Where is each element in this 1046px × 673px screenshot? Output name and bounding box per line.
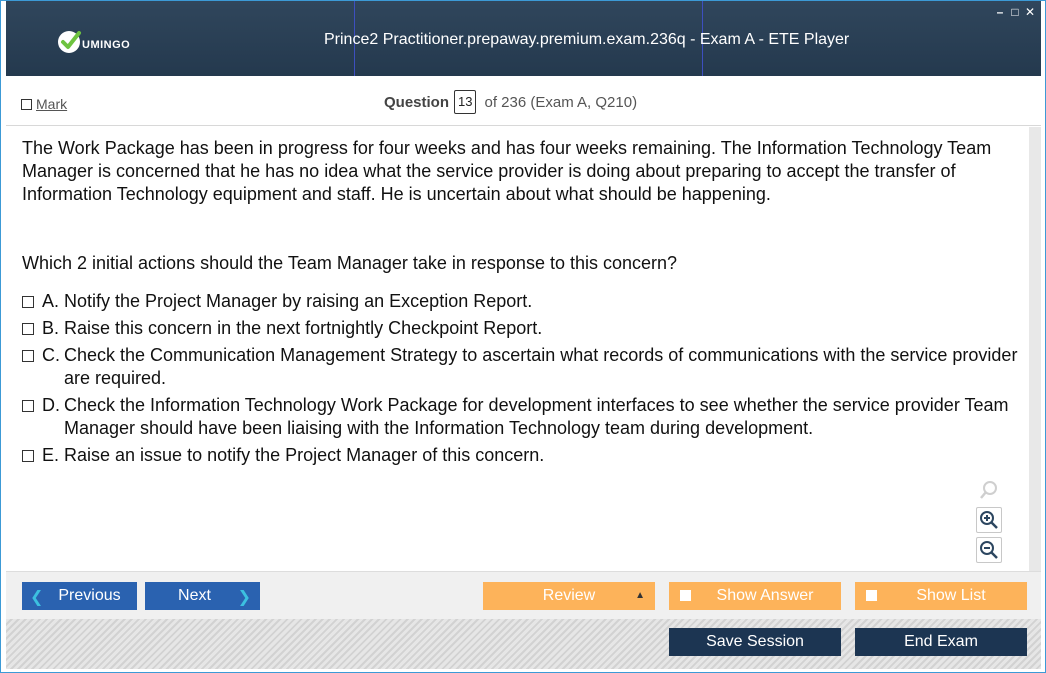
triangle-up-icon: ▲ [635, 590, 645, 601]
chevron-right-icon: ❯ [237, 589, 251, 606]
mark-label[interactable]: Mark [36, 96, 67, 112]
option-e-checkbox[interactable] [22, 450, 34, 462]
option-b[interactable]: B. Raise this concern in the next fortni… [22, 317, 1022, 340]
question-header: Mark Question 13 of 236 (Exam A, Q210) [6, 76, 1041, 126]
zoom-out-icon[interactable] [976, 537, 1002, 563]
answer-options: A. Notify the Project Manager by raising… [22, 290, 1022, 471]
review-button[interactable]: Review ▲ [483, 582, 655, 610]
content-scrollbar[interactable] [1029, 127, 1041, 571]
search-icon [976, 477, 1002, 503]
option-a-checkbox[interactable] [22, 296, 34, 308]
question-number-input[interactable]: 13 [454, 90, 477, 114]
end-exam-button[interactable]: End Exam [855, 628, 1027, 656]
show-list-checkbox[interactable] [866, 590, 877, 601]
app-window: UMINGO Prince2 Practitioner.prepaway.pre… [0, 0, 1046, 673]
window-controls: – □ ✕ [995, 6, 1035, 18]
show-answer-checkbox[interactable] [680, 590, 691, 601]
minimize-button[interactable]: – [995, 6, 1005, 18]
save-session-button[interactable]: Save Session [669, 628, 841, 656]
option-b-checkbox[interactable] [22, 323, 34, 335]
option-letter: D. [42, 395, 60, 415]
option-c[interactable]: C. Check the Communication Management St… [22, 344, 1022, 390]
option-d[interactable]: D. Check the Information Technology Work… [22, 394, 1022, 440]
question-word: Question [384, 93, 450, 111]
option-e[interactable]: E. Raise an issue to notify the Project … [22, 444, 1022, 467]
option-text: Check the Communication Management Strat… [64, 345, 1018, 388]
show-answer-button[interactable]: Show Answer [669, 582, 841, 610]
next-label: Next [178, 587, 211, 604]
question-indicator: Question 13 of 236 (Exam A, Q210) [384, 90, 637, 114]
option-text: Notify the Project Manager by raising an… [64, 291, 533, 311]
option-text: Raise an issue to notify the Project Man… [64, 445, 545, 465]
mark-checkbox[interactable]: Mark [21, 96, 67, 112]
maximize-button[interactable]: □ [1010, 6, 1020, 18]
zoom-in-icon[interactable] [976, 507, 1002, 533]
review-label: Review [542, 587, 596, 604]
question-content: The Work Package has been in progress fo… [6, 127, 1041, 571]
option-text: Raise this concern in the next fortnight… [64, 318, 543, 338]
option-a[interactable]: A. Notify the Project Manager by raising… [22, 290, 1022, 313]
option-text: Check the Information Technology Work Pa… [64, 395, 1009, 438]
next-button[interactable]: Next ❯ [145, 582, 260, 610]
question-total: of 236 (Exam A, Q210) [484, 93, 638, 111]
option-c-checkbox[interactable] [22, 350, 34, 362]
option-d-checkbox[interactable] [22, 400, 34, 412]
option-letter: A. [42, 291, 60, 311]
zoom-controls [976, 477, 1002, 567]
option-letter: E. [42, 445, 60, 465]
logo-text: UMINGO [82, 39, 131, 51]
show-list-button[interactable]: Show List [855, 582, 1027, 610]
show-list-label: Show List [916, 587, 986, 604]
question-prompt: Which 2 initial actions should the Team … [22, 253, 678, 273]
checkmark-logo-icon [58, 31, 81, 53]
previous-button[interactable]: ❮ Previous [22, 582, 137, 610]
close-button[interactable]: ✕ [1025, 6, 1035, 18]
window-title: Prince2 Practitioner.prepaway.premium.ex… [324, 31, 850, 48]
session-bar: Save Session End Exam [6, 619, 1041, 669]
chevron-left-icon: ❮ [30, 589, 44, 606]
show-answer-label: Show Answer [716, 587, 814, 604]
vumingo-logo: UMINGO [56, 26, 130, 56]
question-stem: The Work Package has been in progress fo… [22, 138, 992, 204]
title-bar: UMINGO Prince2 Practitioner.prepaway.pre… [6, 1, 1041, 76]
mark-checkbox-box[interactable] [21, 98, 32, 110]
option-letter: C. [42, 345, 60, 365]
previous-label: Previous [58, 587, 121, 604]
navigation-bar: ❮ Previous Next ❯ Review ▲ Show Answer S… [6, 571, 1041, 619]
option-letter: B. [42, 318, 60, 338]
